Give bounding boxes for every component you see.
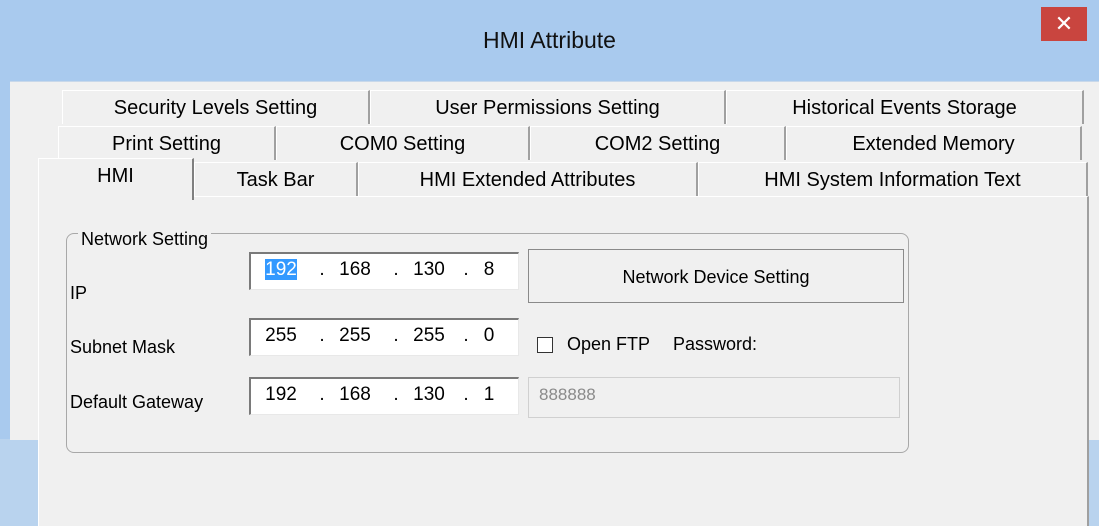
gateway-octet-3[interactable]: 130 (409, 384, 449, 406)
tab-hmi[interactable]: HMI (38, 158, 194, 200)
ip-dot: . (393, 259, 399, 280)
ip-octet-2[interactable]: 168 (335, 259, 375, 281)
default-gateway-field[interactable]: 192 . 168 . 130 . 1 (249, 377, 519, 415)
tab-row-1: Security Levels Setting User Permissions… (62, 90, 1090, 124)
subnet-octet-4[interactable]: 0 (469, 325, 509, 347)
subnet-octet-3[interactable]: 255 (409, 325, 449, 347)
subnet-mask-label: Subnet Mask (70, 337, 176, 357)
subnet-dot: . (319, 325, 325, 346)
tab-print-setting[interactable]: Print Setting (58, 126, 276, 160)
tab-com2-setting[interactable]: COM2 Setting (530, 126, 786, 160)
ip-octet-3[interactable]: 130 (409, 259, 449, 281)
subnet-octet-1[interactable]: 255 (261, 325, 301, 347)
subnet-octet-2[interactable]: 255 (335, 325, 375, 347)
gateway-octet-1[interactable]: 192 (261, 384, 301, 406)
ip-dot: . (319, 259, 325, 280)
gateway-dot: . (393, 384, 399, 405)
ip-octet-4[interactable]: 8 (469, 259, 509, 281)
tab-task-bar[interactable]: Task Bar (194, 162, 358, 196)
subnet-dot: . (393, 325, 399, 346)
close-icon[interactable]: ✕ (1041, 7, 1087, 41)
open-ftp-checkbox[interactable] (537, 337, 553, 353)
network-setting-title: Network Setting (78, 229, 212, 250)
ip-address-field[interactable]: 192 . 168 . 130 . 8 (249, 252, 519, 290)
default-gateway-label: Default Gateway (70, 392, 204, 412)
network-device-setting-button[interactable]: Network Device Setting (528, 249, 904, 303)
tab-row-2: Print Setting COM0 Setting COM2 Setting … (58, 126, 1086, 160)
window-title: HMI Attribute (483, 27, 616, 53)
ftp-password-field[interactable]: 888888 (528, 377, 900, 418)
tab-extended-memory[interactable]: Extended Memory (786, 126, 1082, 160)
open-ftp-label: Open FTP (567, 334, 651, 354)
tab-user-permissions-setting[interactable]: User Permissions Setting (370, 90, 726, 124)
tab-row-3: HMI Task Bar HMI Extended Attributes HMI… (38, 158, 1089, 200)
tab-com0-setting[interactable]: COM0 Setting (276, 126, 530, 160)
password-label: Password: (673, 334, 758, 354)
tab-hmi-extended-attributes[interactable]: HMI Extended Attributes (358, 162, 698, 196)
tab-security-levels-setting[interactable]: Security Levels Setting (62, 90, 370, 124)
gateway-octet-2[interactable]: 168 (335, 384, 375, 406)
gateway-dot: . (319, 384, 325, 405)
tab-hmi-system-information-text[interactable]: HMI System Information Text (698, 162, 1088, 196)
subnet-mask-field[interactable]: 255 . 255 . 255 . 0 (249, 318, 519, 356)
ip-label: IP (70, 283, 88, 303)
title-bar[interactable]: HMI Attribute ✕ (0, 0, 1099, 80)
gateway-octet-4[interactable]: 1 (469, 384, 509, 406)
tab-historical-events-storage[interactable]: Historical Events Storage (726, 90, 1084, 124)
ip-octet-1[interactable]: 192 (265, 259, 297, 280)
